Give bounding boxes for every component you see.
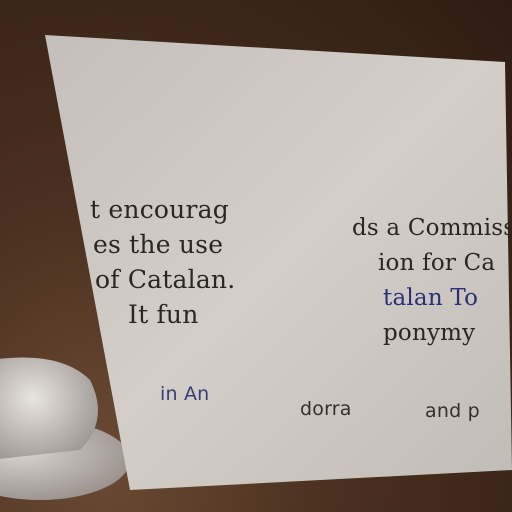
text-line: in An [160,383,210,405]
cup [0,357,98,459]
text-line: es the use [93,230,224,259]
text-line: talan To [383,285,479,311]
text-line: ponymy [383,320,476,346]
text-line: dorra [300,398,352,420]
text-line: ion for Ca [378,250,496,276]
text-line: of Catalan. [95,265,236,294]
text-line: and p [425,400,480,422]
text-line: It fun [128,300,199,329]
text-line: ds a Commiss [352,215,512,241]
text-line: t encourag [90,195,229,224]
